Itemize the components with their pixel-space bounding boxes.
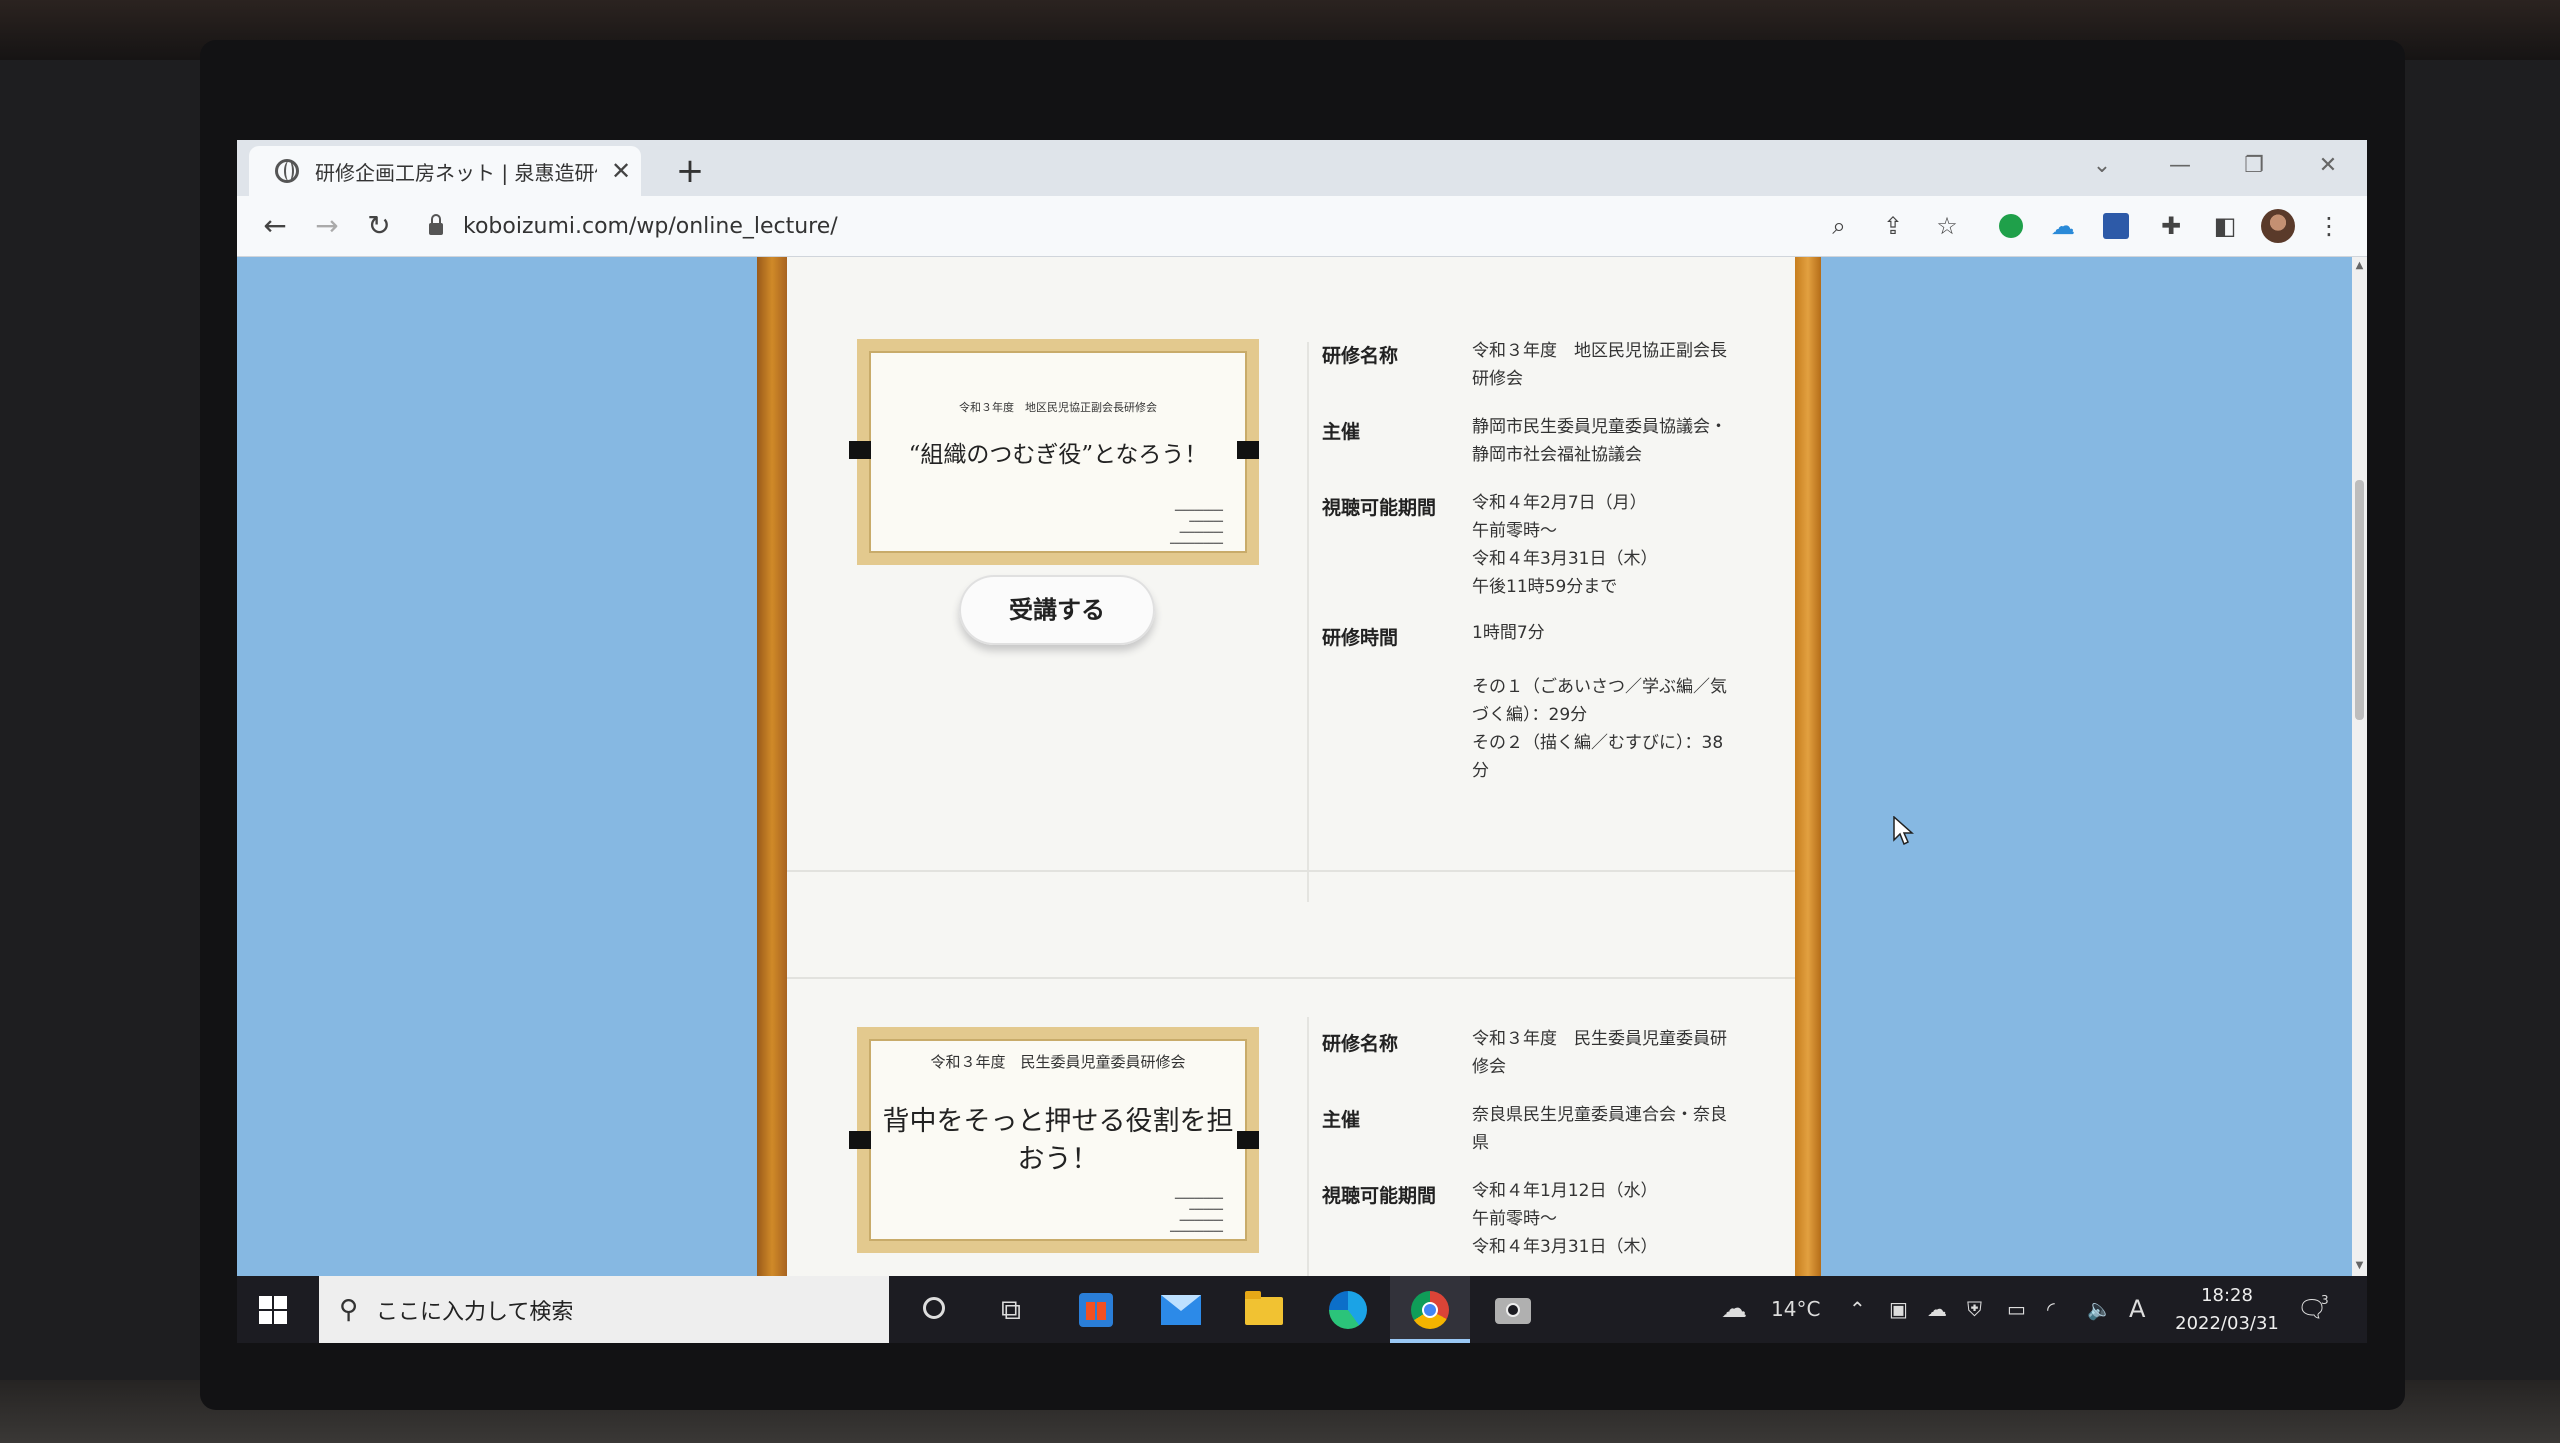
extension-blue-icon[interactable] [2103, 213, 2129, 239]
scroll-down-arrow-icon[interactable]: ▼ [2352, 1260, 2367, 1271]
duration-value: 1時間7分 その１（ごあいさつ／学ぶ編／気づく編）：29分 その２（描く編／むす… [1472, 623, 1727, 781]
chrome-browser-icon[interactable] [1411, 1291, 1449, 1329]
duration-label: 研修時間 [1322, 627, 1399, 649]
period-value: 令和４年1月12日（水） 午前零時～ 令和４年3月31日（木） [1472, 1181, 1658, 1257]
side-panel-icon[interactable]: ◧ [2209, 210, 2241, 242]
lock-icon [429, 214, 443, 235]
notification-count-badge: 3 [2321, 1293, 2329, 1307]
battery-icon[interactable]: ▭ [2007, 1276, 2026, 1343]
extensions-puzzle-icon[interactable]: ✚ [2155, 210, 2187, 242]
url-text: koboizumi.com/wp/online_lecture/ [463, 213, 838, 239]
window-close-icon[interactable]: ✕ [2303, 146, 2353, 186]
search-icon: ⚲ [339, 1294, 359, 1325]
page-scrollbar[interactable] [2352, 257, 2367, 1276]
file-explorer-icon[interactable] [1245, 1291, 1283, 1325]
tray-chevron-icon[interactable]: ⌃ [1849, 1276, 1866, 1343]
cert-1-title: “組織のつむぎ役”となろう！ [908, 442, 1208, 468]
period-label: 視聴可能期間 [1322, 1185, 1437, 1207]
taskbar-search-placeholder: ここに入力して検索 [376, 1299, 574, 1325]
laptop-screen: 研修企画工房ネット | 泉惠造研修 ✕ + ⌄ — ❐ ✕ ← → ↻ kobo… [237, 140, 2367, 1343]
tab-search-chevron-icon[interactable]: ⌄ [2077, 146, 2127, 186]
binder-clip-icon [849, 1131, 871, 1149]
page-viewport: 令和３年度 地区民児協正副会長研修会 “組織のつむぎ役”となろう！ ━━━━━━… [237, 257, 2352, 1276]
restore-icon[interactable]: ❐ [2229, 146, 2279, 186]
ime-indicator[interactable]: A [2129, 1276, 2145, 1343]
minimize-icon[interactable]: — [2155, 146, 2205, 186]
cert-1-subtitle: 令和３年度 地区民児協正副会長研修会 [959, 401, 1157, 414]
zoom-icon[interactable]: ⌕ [1823, 210, 1855, 242]
volume-icon[interactable]: 🔈 [2087, 1276, 2112, 1343]
lecture-name-value: 令和３年度 民生委員児童委員研修会 [1472, 1029, 1727, 1077]
weather-cloud-icon[interactable]: ☁ [1721, 1276, 1747, 1343]
binder-clip-icon [1237, 1131, 1259, 1149]
cert-1-signature-block: ━━━━━━━━━━ ━━━━━━━ ━━━━━━━━━ ━━━━━━━━━━━ [1170, 506, 1223, 548]
windows-start-icon[interactable] [259, 1296, 287, 1324]
back-arrow-icon[interactable]: ← [255, 206, 295, 246]
lecture-name-label: 研修名称 [1322, 345, 1399, 367]
enroll-button[interactable]: 受講する [959, 575, 1155, 645]
clock-time: 18:28 [2201, 1285, 2253, 1306]
address-bar[interactable]: koboizumi.com/wp/online_lecture/ [417, 204, 2067, 248]
mail-icon[interactable] [1161, 1295, 1201, 1325]
section-divider [787, 870, 1795, 872]
mouse-cursor-icon [1893, 816, 1914, 846]
binder-clip-icon [849, 441, 871, 459]
new-tab-button[interactable]: + [665, 146, 715, 196]
reload-icon[interactable]: ↻ [359, 206, 399, 246]
host-label: 主催 [1322, 421, 1361, 443]
lecture-1-certificate-image[interactable]: 令和３年度 地区民児協正副会長研修会 “組織のつむぎ役”となろう！ ━━━━━━… [857, 339, 1259, 565]
extension-green-icon[interactable] [1999, 214, 2023, 238]
period-value: 令和４年2月7日（月） 午前零時～ 令和４年3月31日（木） 午後11時59分ま… [1472, 493, 1658, 597]
wifi-icon[interactable]: ◜ [2047, 1276, 2055, 1343]
taskbar-clock[interactable]: 18:28 2022/03/31 [2167, 1282, 2287, 1338]
wood-frame-right [1795, 257, 1821, 1276]
meet-now-icon[interactable]: ▣ [1889, 1276, 1908, 1343]
cortana-icon[interactable] [923, 1297, 945, 1319]
cert-2-signature-block: ━━━━━━━━━━ ━━━━━━━ ━━━━━━━━━ ━━━━━━━━━━━ [1170, 1194, 1223, 1236]
host-label: 主催 [1322, 1109, 1361, 1131]
period-label: 視聴可能期間 [1322, 497, 1437, 519]
host-value: 奈良県民生児童委員連合会・奈良県 [1472, 1105, 1727, 1153]
binder-clip-icon [1237, 441, 1259, 459]
tab-title: 研修企画工房ネット | 泉惠造研修 [315, 160, 597, 185]
scrollbar-thumb[interactable] [2355, 480, 2364, 720]
tab-close-icon[interactable]: ✕ [609, 157, 633, 185]
lecture-2-certificate-image[interactable]: 令和３年度 民生委員児童委員研修会 背中をそっと押せる役割を担おう！ ━━━━━… [857, 1027, 1259, 1253]
chrome-active-indicator [1390, 1339, 1470, 1343]
scroll-up-arrow-icon[interactable]: ▲ [2352, 260, 2367, 271]
security-icon[interactable]: ⛨ [1967, 1276, 1982, 1343]
extension-cloud-icon[interactable]: ☁ [2047, 210, 2079, 242]
section-divider [787, 977, 1795, 979]
cert-2-title: 背中をそっと押せる役割を担おう！ [882, 1106, 1234, 1175]
profile-avatar[interactable] [2261, 209, 2295, 243]
bookmark-star-icon[interactable]: ☆ [1931, 210, 1963, 242]
lecture-name-value: 令和３年度 地区民児協正副会長研修会 [1472, 341, 1727, 389]
column-divider [1307, 342, 1309, 902]
onedrive-icon[interactable]: ☁ [1927, 1276, 1947, 1343]
browser-toolbar: ← → ↻ koboizumi.com/wp/online_lecture/ ⌕… [237, 196, 2367, 257]
camera-app-icon[interactable] [1495, 1298, 1531, 1324]
microsoft-store-icon[interactable] [1079, 1293, 1113, 1327]
globe-icon [275, 159, 299, 183]
share-icon[interactable]: ⇪ [1877, 210, 1909, 242]
menu-kebab-icon[interactable]: ⋮ [2313, 210, 2345, 242]
weather-temperature[interactable]: 14°C [1771, 1276, 1820, 1343]
column-divider [1307, 1017, 1309, 1276]
host-value: 静岡市民生委員児童委員協議会・静岡市社会福祉協議会 [1472, 417, 1727, 465]
browser-tab-strip: 研修企画工房ネット | 泉惠造研修 ✕ + ⌄ — ❐ ✕ [237, 140, 2367, 196]
taskbar-search-box[interactable]: ⚲ ここに入力して検索 [319, 1276, 889, 1343]
browser-tab-active[interactable]: 研修企画工房ネット | 泉惠造研修 ✕ [249, 146, 641, 196]
task-view-icon[interactable]: ⧉ [989, 1288, 1033, 1332]
cert-2-subtitle: 令和３年度 民生委員児童委員研修会 [930, 1053, 1186, 1071]
clock-date: 2022/03/31 [2175, 1313, 2279, 1334]
wood-frame-left [757, 257, 787, 1276]
forward-arrow-icon[interactable]: → [307, 206, 347, 246]
lecture-name-label: 研修名称 [1322, 1033, 1399, 1055]
edge-browser-icon[interactable] [1329, 1291, 1367, 1329]
